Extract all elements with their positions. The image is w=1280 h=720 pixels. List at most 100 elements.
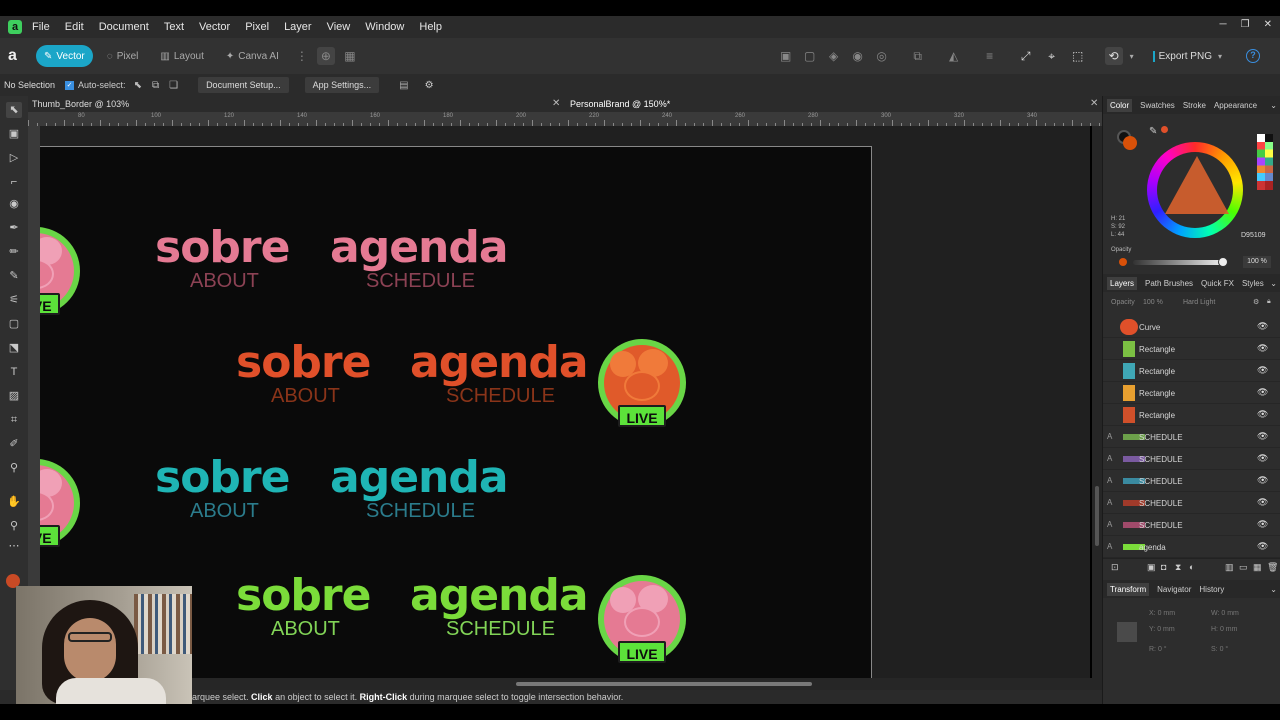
blend-mode-select[interactable]: Hard Light: [1183, 299, 1215, 306]
transform-rotation[interactable]: R: 0 °: [1149, 646, 1167, 653]
live-badge[interactable]: LIVE: [598, 339, 686, 431]
tab-stroke[interactable]: Stroke: [1183, 101, 1206, 110]
layer-row[interactable]: Rectangle 👁︎: [1103, 382, 1280, 404]
fill-color-swatch[interactable]: [1123, 136, 1137, 150]
sobre-heading[interactable]: sobre: [155, 452, 290, 503]
transform-shear[interactable]: S: 0 °: [1211, 646, 1228, 653]
fx-icon[interactable]: ⧗: [1175, 562, 1181, 573]
menu-layer[interactable]: Layer: [284, 21, 312, 33]
schedule-subtitle[interactable]: SCHEDULE: [366, 270, 475, 293]
agenda-heading[interactable]: agenda: [410, 570, 589, 621]
tab-navigator[interactable]: Navigator: [1157, 585, 1191, 594]
arrange-back-icon[interactable]: ▣: [777, 47, 795, 65]
adjustment-icon[interactable]: ◘: [1161, 562, 1166, 572]
tab-swatches[interactable]: Swatches: [1140, 101, 1175, 110]
tab-close-icon[interactable]: ✕: [1090, 98, 1098, 109]
corner-tool-icon[interactable]: ⌐: [6, 174, 22, 190]
export-png-button[interactable]: Export PNG ▾: [1152, 50, 1222, 62]
layer-row[interactable]: A SCHEDULE 👁︎: [1103, 492, 1280, 514]
agenda-heading[interactable]: agenda: [410, 337, 589, 388]
document-setup-button[interactable]: Document Setup...: [198, 77, 289, 93]
brush-tool-icon[interactable]: ✎: [6, 268, 22, 284]
layer-row[interactable]: A SCHEDULE 👁︎: [1103, 514, 1280, 536]
ruler-grid-icon[interactable]: ▤: [399, 80, 408, 91]
layer-row[interactable]: Rectangle 👁︎: [1103, 338, 1280, 360]
layer-add-icon[interactable]: ⊡: [1111, 562, 1119, 573]
pen-tool-icon[interactable]: ✒: [6, 220, 22, 236]
menu-vector[interactable]: Vector: [199, 21, 230, 33]
node-tool-icon[interactable]: ▷: [6, 150, 22, 166]
layer-row[interactable]: A SCHEDULE 👁︎: [1103, 426, 1280, 448]
opacity-slider-handle[interactable]: [1218, 257, 1228, 267]
persona-layout[interactable]: ▥ Layout: [152, 45, 211, 67]
schedule-subtitle[interactable]: SCHEDULE: [366, 500, 475, 523]
tab-color[interactable]: Color: [1107, 98, 1133, 112]
color-picker-eyedropper-icon[interactable]: ✎: [1149, 126, 1157, 137]
about-subtitle[interactable]: ABOUT: [271, 385, 340, 408]
new-layer-icon[interactable]: ▥: [1225, 562, 1234, 573]
menu-text[interactable]: Text: [164, 21, 184, 33]
agenda-heading[interactable]: agenda: [330, 222, 509, 273]
visibility-eye-icon[interactable]: 👁︎: [1257, 519, 1268, 530]
menu-document[interactable]: Document: [99, 21, 149, 33]
frame-icon[interactable]: ⬚: [1069, 47, 1087, 65]
ruler-tool-icon[interactable]: ✐: [6, 436, 22, 452]
about-subtitle[interactable]: ABOUT: [271, 618, 340, 641]
visibility-eye-icon[interactable]: 👁︎: [1257, 343, 1268, 354]
live-badge[interactable]: LIVE: [40, 459, 80, 551]
menu-pixel[interactable]: Pixel: [245, 21, 269, 33]
tab-transform[interactable]: Transform: [1107, 582, 1150, 596]
image-tool-icon[interactable]: ▨: [6, 388, 22, 404]
visibility-eye-icon[interactable]: 👁︎: [1257, 497, 1268, 508]
lock-icon[interactable]: 🔒︎: [1267, 298, 1271, 306]
visibility-eye-icon[interactable]: 👁︎: [1257, 365, 1268, 376]
panel-menu-icon[interactable]: ⌄: [1270, 279, 1277, 288]
shape-tool-icon[interactable]: ⬔: [6, 340, 22, 356]
settings-gear-icon[interactable]: ⚙: [425, 80, 434, 91]
canvas[interactable]: sobreABOUTagendaSCHEDULELIVEsobreABOUTag…: [40, 126, 1090, 678]
tab-personal-brand[interactable]: PersonalBrand @ 150%*: [570, 99, 670, 109]
close-window-icon[interactable]: ✕: [1264, 19, 1272, 30]
more-options-icon[interactable]: ⋮: [293, 47, 311, 65]
tab-thumb-border[interactable]: Thumb_Border @ 103%: [32, 99, 129, 109]
hex-value[interactable]: D95109: [1241, 232, 1266, 239]
persona-canva-ai[interactable]: ✦ Canva AI: [218, 45, 287, 67]
paint-tool-icon[interactable]: ⚟: [6, 292, 22, 308]
panel-menu-icon[interactable]: ⌄: [1270, 585, 1277, 594]
sobre-heading[interactable]: sobre: [236, 337, 371, 388]
intersect-icon[interactable]: ⧉: [152, 80, 159, 91]
snap-toggle-icon[interactable]: ⊕: [316, 47, 335, 65]
more-tools-icon[interactable]: ⋯: [6, 538, 22, 554]
select-pointer-icon[interactable]: ⬉: [134, 80, 142, 91]
live-filter-icon[interactable]: ◐: [1189, 562, 1194, 572]
transform-y[interactable]: Y: 0 mm: [1149, 626, 1175, 633]
about-subtitle[interactable]: ABOUT: [190, 500, 259, 523]
move-tool-icon[interactable]: ⬉: [6, 102, 22, 118]
arrange-backward-icon[interactable]: ▢: [801, 47, 819, 65]
app-logo-icon[interactable]: a: [8, 20, 22, 34]
transform-w[interactable]: W: 0 mm: [1211, 610, 1239, 617]
fill-tool-icon[interactable]: ◉: [6, 196, 22, 212]
pencil-tool-icon[interactable]: ✏: [6, 244, 22, 260]
horizontal-scroll-thumb[interactable]: [516, 682, 812, 686]
schedule-subtitle[interactable]: SCHEDULE: [446, 618, 555, 641]
menu-help[interactable]: Help: [419, 21, 442, 33]
crop-tool-icon[interactable]: ⌗: [6, 412, 22, 428]
hand-tool-icon[interactable]: ✋: [6, 494, 22, 510]
mask-icon[interactable]: ▣: [1147, 562, 1156, 573]
layer-row[interactable]: A SCHEDULE 👁︎: [1103, 470, 1280, 492]
arrange-forward-icon[interactable]: ◈: [825, 47, 843, 65]
visibility-eye-icon[interactable]: 👁︎: [1257, 409, 1268, 420]
link-dropdown-icon[interactable]: ▾: [1123, 47, 1141, 65]
layer-row[interactable]: A SCHEDULE 👁︎: [1103, 448, 1280, 470]
align-icon[interactable]: ≡: [981, 47, 999, 65]
visibility-eye-icon[interactable]: 👁︎: [1257, 321, 1268, 332]
sobre-heading[interactable]: sobre: [155, 222, 290, 273]
recent-colors-strip-2[interactable]: [1265, 134, 1273, 190]
layer-row[interactable]: Rectangle 👁︎: [1103, 404, 1280, 426]
vertical-scroll-thumb[interactable]: [1095, 486, 1099, 546]
opacity-slider[interactable]: [1133, 260, 1223, 265]
transform-h[interactable]: H: 0 mm: [1211, 626, 1237, 633]
layer-settings-icon[interactable]: ⚙: [1253, 298, 1259, 306]
anchor-point-icon[interactable]: [1117, 622, 1137, 642]
